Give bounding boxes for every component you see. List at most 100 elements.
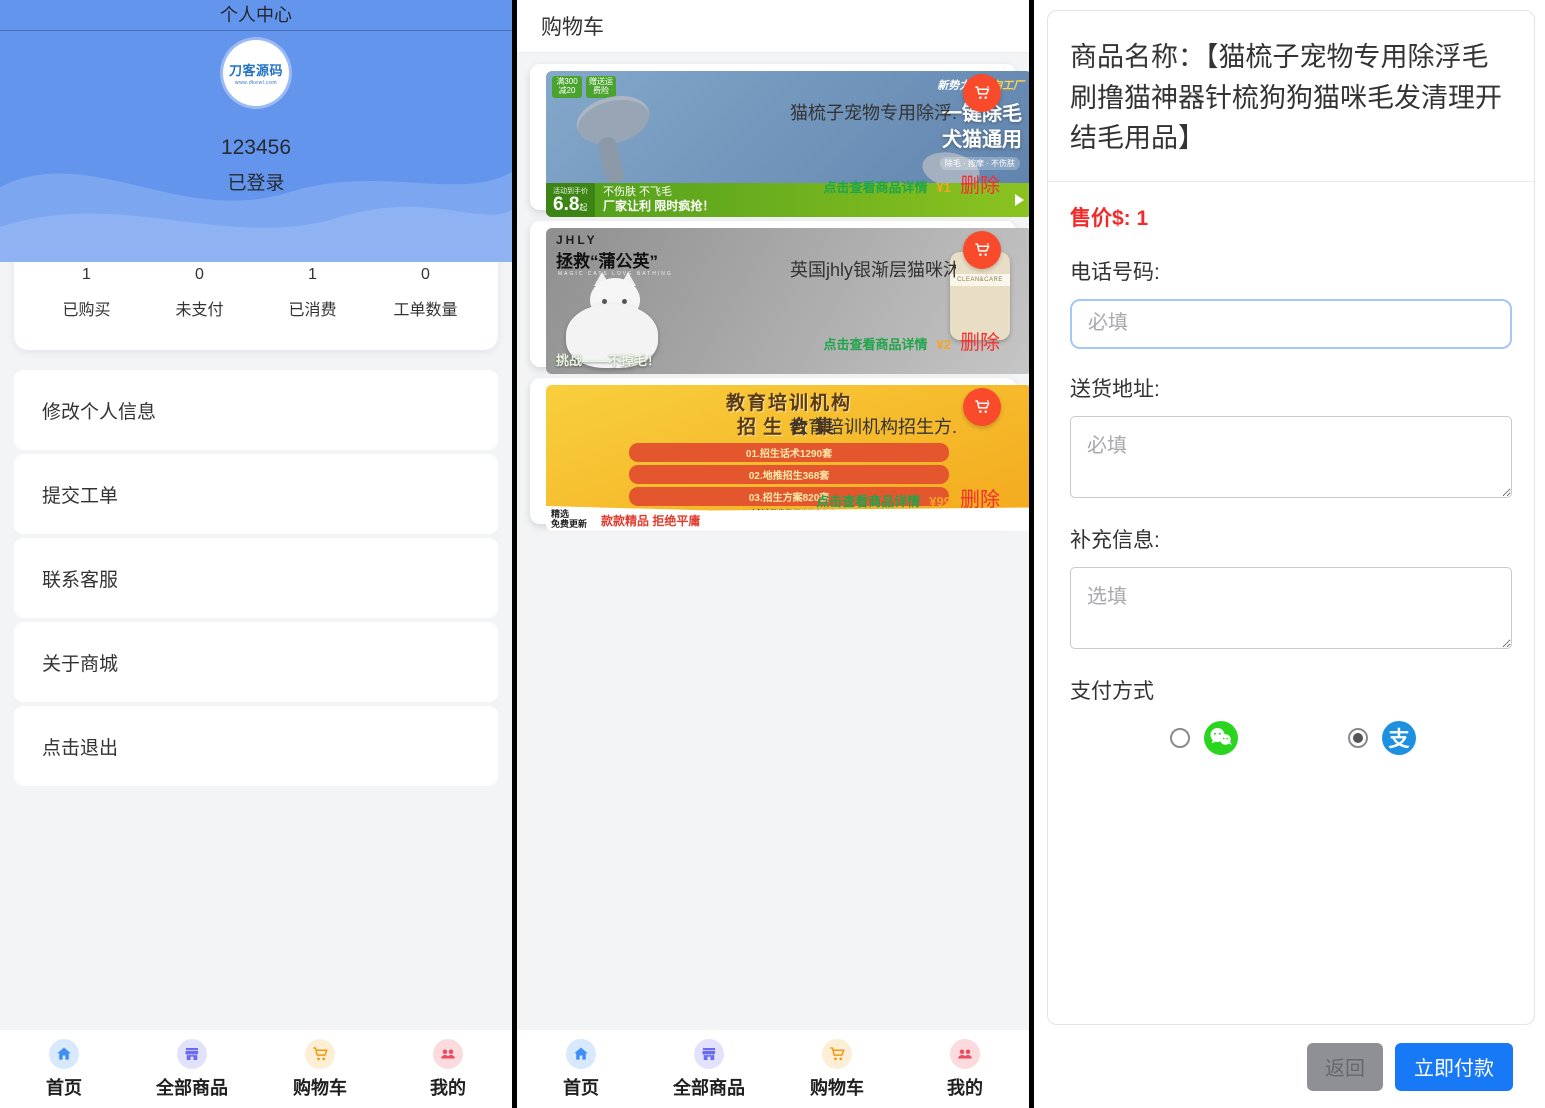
avatar-logo-url: www.dkewl.com [235, 80, 277, 86]
storefront-icon [177, 1039, 207, 1069]
extra-info-label: 补充信息: [1070, 524, 1512, 554]
checkout-footer: 返回 立即付款 [1034, 1025, 1545, 1108]
menu-item-logout[interactable]: 点击退出 [14, 706, 498, 786]
cart-icon [305, 1039, 335, 1069]
nav-all-products[interactable]: 全部商品 [128, 1039, 256, 1100]
nav-mine[interactable]: 我的 [384, 1039, 512, 1100]
wechat-radio[interactable] [1170, 728, 1190, 748]
alipay-icon[interactable]: 支 [1382, 721, 1416, 755]
nav-cart[interactable]: 购物车 [256, 1039, 384, 1100]
storefront-icon [694, 1039, 724, 1069]
personal-content: 查看全部订单 → 1 已购买 0 未支付 1 已消费 0 工单数量 [0, 262, 512, 1030]
people-icon [433, 1039, 463, 1069]
back-button[interactable]: 返回 [1307, 1043, 1383, 1091]
stat-value: 0 [369, 266, 482, 284]
cart-item-title[interactable]: 猫梳子宠物专用除浮... [790, 99, 956, 125]
nav-label: 全部商品 [156, 1074, 228, 1100]
cart-badge-icon[interactable] [963, 388, 1001, 426]
ad-subtitle: MAGIC CATS LOVE BATHING [558, 271, 673, 277]
cart-page-title: 购物车 [517, 0, 1029, 53]
ad-headline: 教育培训机构 招生合集 [546, 385, 1029, 440]
wechat-pay-option[interactable] [1170, 721, 1238, 755]
cart-item-pet-comb: 满300减20 赠送运费险 新势力周 · 淘工厂 一键除毛 犬猫通用 除毛 · … [530, 64, 1016, 210]
delete-button[interactable]: 删除 [960, 326, 1000, 355]
stat-tickets: 0 工单数量 [369, 266, 482, 320]
cart-item-title[interactable]: 英国jhly银渐层猫咪沐... [790, 256, 956, 282]
bottom-nav: 首页 全部商品 购物车 我的 [0, 1030, 512, 1108]
phone-label: 电话号码: [1070, 256, 1512, 286]
menu-item-edit-profile[interactable]: 修改个人信息 [14, 370, 498, 450]
avatar-logo-text: 刀客源码 [229, 60, 283, 79]
nav-cart[interactable]: 购物车 [773, 1039, 901, 1100]
nav-label: 首页 [563, 1074, 599, 1100]
view-detail-link[interactable]: 点击查看商品详情 [824, 334, 928, 353]
nav-mine[interactable]: 我的 [901, 1039, 1029, 1100]
view-detail-link[interactable]: 点击查看商品详情 [816, 491, 920, 510]
stat-label: 工单数量 [369, 296, 482, 320]
nav-label: 购物车 [810, 1074, 864, 1100]
bottom-nav: 首页 全部商品 购物车 我的 [517, 1030, 1029, 1108]
price-text: 售价$: 1 [1070, 202, 1512, 232]
nav-home[interactable]: 首页 [0, 1039, 128, 1100]
menu-item-submit-ticket[interactable]: 提交工单 [14, 454, 498, 534]
address-label: 送货地址: [1070, 373, 1512, 403]
play-arrow-icon [1015, 194, 1024, 206]
home-icon [566, 1039, 596, 1069]
cart-badge-icon[interactable] [963, 74, 1001, 112]
checkout-screen: 商品名称：【猫梳子宠物专用除浮毛刷撸猫神器针梳狗狗猫咪毛发清理开结毛用品】 售价… [1034, 0, 1545, 1108]
orders-card: 查看全部订单 → 1 已购买 0 未支付 1 已消费 0 工单数量 [14, 262, 498, 350]
stat-label: 已购买 [30, 296, 143, 320]
stat-consumed: 1 已消费 [256, 266, 369, 320]
menu-item-contact-support[interactable]: 联系客服 [14, 538, 498, 618]
stat-value: 0 [143, 266, 256, 284]
ad-headline: 拯救“蒲公英” [556, 247, 658, 272]
avatar[interactable]: 刀客源码 www.dkewl.com [223, 40, 289, 106]
cart-item-cat-shampoo: JHLY 拯救“蒲公英” MAGIC CATS LOVE BATHING CLE… [530, 221, 1016, 367]
menu-item-about-mall[interactable]: 关于商城 [14, 622, 498, 702]
payment-method-label: 支付方式 [1070, 675, 1512, 705]
delete-button[interactable]: 删除 [960, 169, 1000, 198]
nav-label: 我的 [430, 1074, 466, 1100]
ad-list-bar: 01.招生话术1290套 [629, 443, 950, 462]
extra-info-textarea[interactable] [1070, 567, 1512, 649]
nav-home[interactable]: 首页 [517, 1039, 645, 1100]
ad-list-bar: 02.地推招生368套 [629, 465, 950, 484]
cart-badge-icon[interactable] [963, 231, 1001, 269]
ad-badge: 满300减20 [552, 76, 582, 98]
page-title: 个人中心 [0, 0, 512, 31]
people-icon [950, 1039, 980, 1069]
product-name: 商品名称：【猫梳子宠物专用除浮毛刷撸猫神器针梳狗狗猫咪毛发清理开结毛用品】 [1048, 11, 1534, 182]
cart-icon [822, 1039, 852, 1069]
wechat-icon[interactable] [1204, 721, 1238, 755]
address-textarea[interactable] [1070, 416, 1512, 498]
nav-label: 我的 [947, 1074, 983, 1100]
alipay-radio[interactable] [1348, 728, 1368, 748]
stat-value: 1 [30, 266, 143, 284]
username: 123456 [0, 136, 512, 160]
checkout-form: 售价$: 1 电话号码: 送货地址: 补充信息: 支付方式 支 [1048, 182, 1534, 1025]
nav-label: 购物车 [293, 1074, 347, 1100]
order-stats: 1 已购买 0 未支付 1 已消费 0 工单数量 [30, 266, 482, 320]
stat-label: 已消费 [256, 296, 369, 320]
pay-now-button[interactable]: 立即付款 [1395, 1043, 1513, 1091]
view-detail-link[interactable]: 点击查看商品详情 [824, 177, 928, 196]
cart-item-education-pack: 教育培训机构 招生合集 01.招生话术1290套 02.地推招生368套 03.… [530, 378, 1016, 524]
cart-list: 满300减20 赠送运费险 新势力周 · 淘工厂 一键除毛 犬猫通用 除毛 · … [517, 53, 1029, 1030]
profile-hero: 个人中心 刀客源码 www.dkewl.com 123456 已登录 [0, 0, 512, 262]
stat-unpaid: 0 未支付 [143, 266, 256, 320]
home-icon [49, 1039, 79, 1069]
stat-purchased: 1 已购买 [30, 266, 143, 320]
ad-slogan: 挑战——不掉毛！ [556, 350, 660, 369]
personal-menu: 修改个人信息 提交工单 联系客服 关于商城 点击退出 [14, 370, 498, 786]
delete-button[interactable]: 删除 [960, 483, 1000, 512]
login-status: 已登录 [0, 168, 512, 195]
phone-input[interactable] [1070, 299, 1512, 349]
item-price: ¥99 [929, 494, 951, 509]
personal-center-screen: 个人中心 刀客源码 www.dkewl.com 123456 已登录 查看全部订… [0, 0, 512, 1108]
nav-all-products[interactable]: 全部商品 [645, 1039, 773, 1100]
alipay-option[interactable]: 支 [1348, 721, 1416, 755]
cart-item-title[interactable]: 教育培训机构招生方... [790, 413, 956, 439]
stat-label: 未支付 [143, 296, 256, 320]
cart-screen: 购物车 满300减20 赠送运费险 新势力周 · 淘工厂 一键除毛 犬猫通用 [517, 0, 1029, 1108]
item-price: ¥1 [937, 180, 951, 195]
